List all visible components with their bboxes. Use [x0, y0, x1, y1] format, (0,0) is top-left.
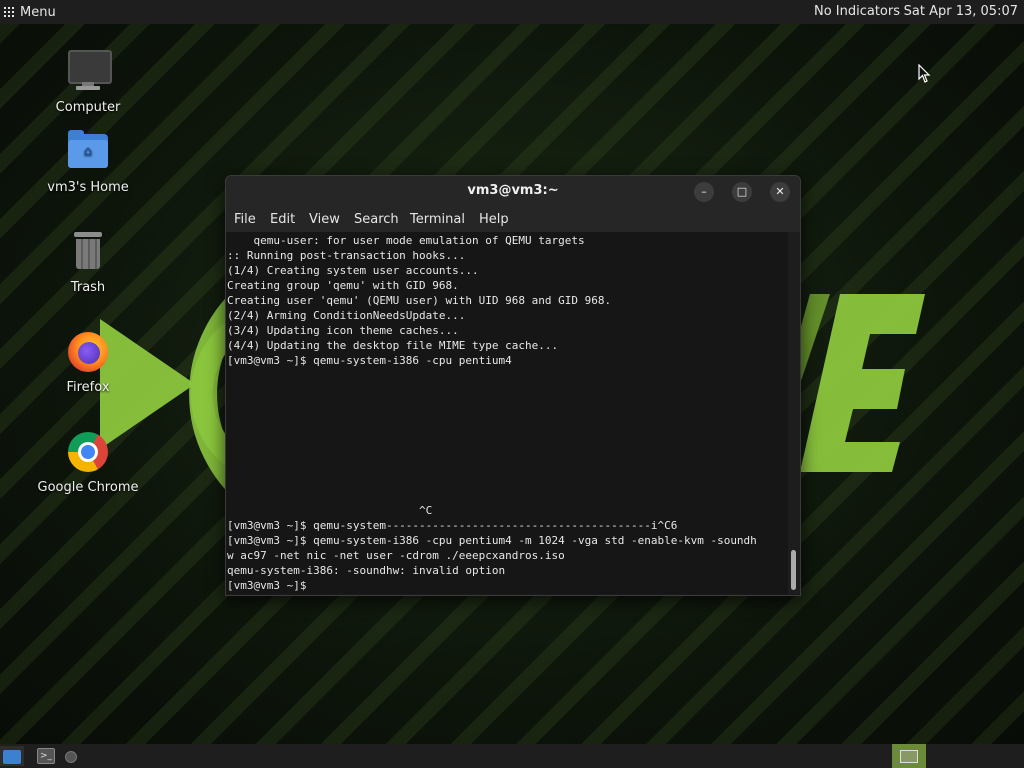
- mouse-cursor-icon: [918, 64, 931, 83]
- menu-edit[interactable]: Edit: [270, 212, 295, 227]
- bottom-panel: >_: [0, 744, 1024, 768]
- desktop-icon-firefox[interactable]: Firefox: [28, 328, 148, 395]
- window-titlebar[interactable]: vm3@vm3:~ – □ ✕: [226, 176, 800, 206]
- terminal-line: Creating group 'qemu' with GID 968.: [227, 279, 459, 292]
- desktop-icon-chrome[interactable]: Google Chrome: [28, 428, 148, 495]
- desktop-icon-computer[interactable]: Computer: [28, 48, 148, 115]
- terminal-line: (1/4) Creating system user accounts...: [227, 264, 479, 277]
- minimize-button[interactable]: –: [694, 182, 714, 202]
- close-icon: ✕: [775, 185, 785, 198]
- terminal-line: [vm3@vm3 ~]$ qemu-system----------------…: [227, 519, 678, 532]
- terminal-line: qemu-system-i386: -soundhw: invalid opti…: [227, 564, 506, 577]
- desktop-icon-label: Trash: [70, 280, 106, 295]
- terminal-scrollbar[interactable]: [788, 232, 800, 594]
- terminal-line: [vm3@vm3 ~]$ qemu-system-i386 -cpu penti…: [227, 534, 757, 547]
- indicators-applet[interactable]: No Indicators: [814, 4, 900, 19]
- terminal-line: (4/4) Updating the desktop file MIME typ…: [227, 339, 559, 352]
- terminal-line: Creating user 'qemu' (QEMU user) with UI…: [227, 294, 612, 307]
- firefox-icon: [64, 328, 112, 376]
- show-desktop-button[interactable]: [0, 746, 24, 766]
- app-icon: [65, 751, 77, 763]
- terminal-window[interactable]: vm3@vm3:~ – □ ✕ File Edit View Search Te…: [225, 175, 801, 596]
- trash-icon: [64, 228, 112, 276]
- chrome-icon: [64, 428, 112, 476]
- close-button[interactable]: ✕: [770, 182, 790, 202]
- maximize-icon: □: [736, 185, 748, 198]
- terminal-output[interactable]: qemu-user: for user mode emulation of QE…: [226, 232, 788, 594]
- menu-view[interactable]: View: [309, 212, 340, 227]
- workspace-switcher[interactable]: [892, 744, 926, 768]
- minimize-icon: –: [701, 185, 707, 198]
- menu-label: Menu: [20, 4, 56, 20]
- menu-button[interactable]: Menu: [4, 3, 56, 21]
- menu-file[interactable]: File: [234, 212, 256, 227]
- terminal-line: (2/4) Arming ConditionNeedsUpdate...: [227, 309, 466, 322]
- terminal-launcher[interactable]: >_: [36, 746, 56, 766]
- top-panel: Menu No Indicators Sat Apr 13, 05:07: [0, 0, 1024, 24]
- clock[interactable]: Sat Apr 13, 05:07: [904, 4, 1018, 19]
- desktop-icon-label: vm3's Home: [47, 180, 129, 195]
- desktop-icon-home[interactable]: ⌂ vm3's Home: [28, 128, 148, 195]
- terminal-line: (3/4) Updating icon theme caches...: [227, 324, 459, 337]
- desktop-icon-label: Google Chrome: [37, 480, 139, 495]
- desktop-icon-label: Computer: [55, 100, 121, 115]
- terminal-menubar: File Edit View Search Terminal Help: [226, 206, 800, 232]
- home-folder-icon: ⌂: [64, 128, 112, 176]
- menu-terminal[interactable]: Terminal: [410, 212, 465, 227]
- scrollbar-thumb[interactable]: [791, 550, 796, 590]
- maximize-button[interactable]: □: [732, 182, 752, 202]
- desktop-icon-label: Firefox: [66, 380, 110, 395]
- workspace-icon: [900, 750, 918, 763]
- menu-search[interactable]: Search: [354, 212, 399, 227]
- desktop-icon-trash[interactable]: Trash: [28, 228, 148, 295]
- menu-help[interactable]: Help: [479, 212, 509, 227]
- app-launcher[interactable]: [64, 746, 78, 766]
- terminal-line: qemu-user: for user mode emulation of QE…: [227, 234, 585, 247]
- terminal-line: :: Running post-transaction hooks...: [227, 249, 466, 262]
- terminal-icon: >_: [37, 748, 55, 764]
- terminal-prompt-line: [vm3@vm3 ~]$: [227, 579, 307, 592]
- computer-icon: [64, 48, 112, 96]
- terminal-line: w ac97 -net nic -net user -cdrom ./eeepc…: [227, 549, 565, 562]
- show-desktop-icon: [3, 750, 21, 764]
- terminal-line: ^C: [227, 504, 433, 517]
- terminal-line: [vm3@vm3 ~]$ qemu-system-i386 -cpu penti…: [227, 354, 512, 367]
- app-grid-icon: [4, 7, 14, 17]
